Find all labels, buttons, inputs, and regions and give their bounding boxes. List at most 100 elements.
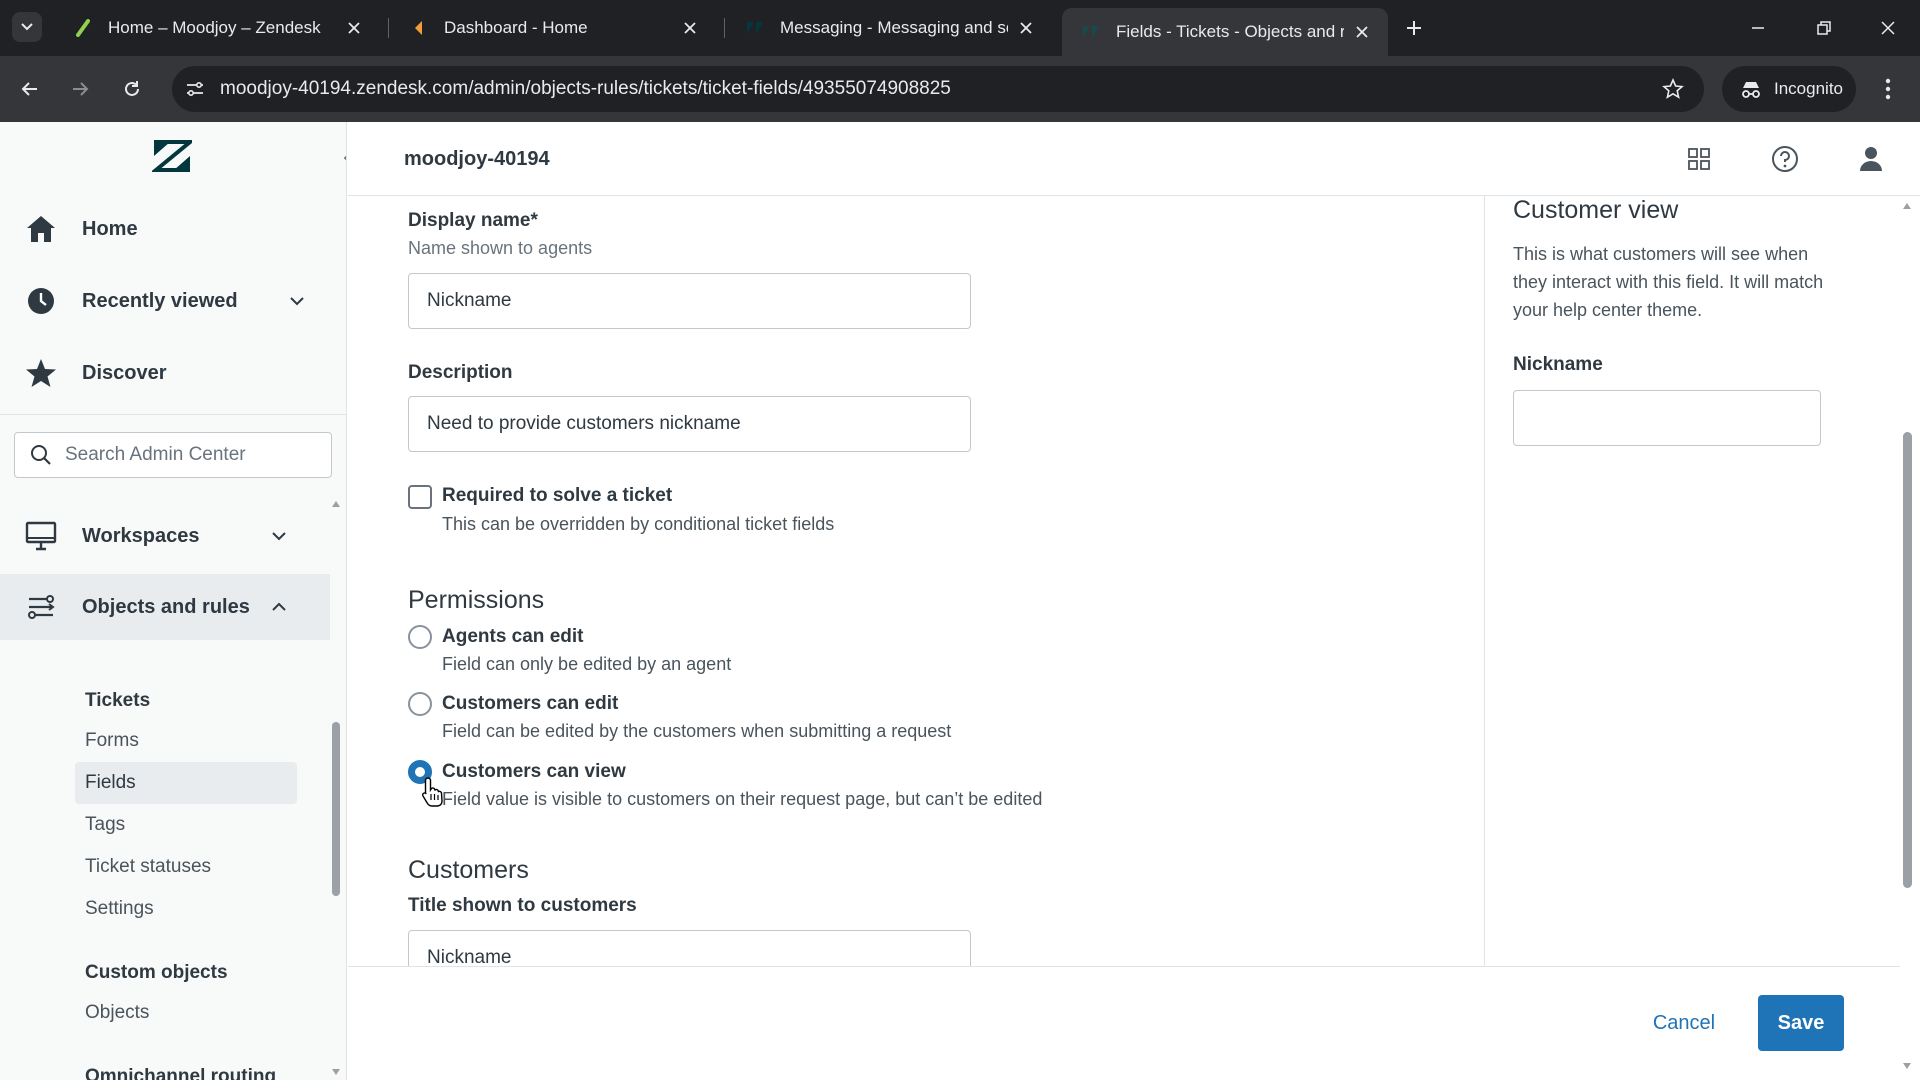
- agents-can-edit-radio[interactable]: [408, 625, 432, 649]
- chevron-down-icon[interactable]: [286, 290, 308, 312]
- customer-view-title: Customer view: [1513, 196, 1679, 224]
- customers-can-view-label[interactable]: Customers can view: [442, 761, 626, 783]
- browser-tab-3[interactable]: Messaging - Messaging and so: [726, 8, 1052, 48]
- scroll-down-arrow-icon[interactable]: [1901, 1060, 1913, 1072]
- incognito-icon: [1740, 78, 1762, 100]
- nav-discover[interactable]: Discover: [0, 340, 330, 406]
- sidebar-item-settings[interactable]: Settings: [75, 888, 297, 930]
- browser-tab-1[interactable]: Home – Moodjoy – Zendesk: [54, 8, 380, 48]
- reload-button[interactable]: [116, 73, 148, 105]
- browser-tab-2[interactable]: Dashboard - Home: [390, 8, 716, 48]
- display-name-label: Display name*: [408, 210, 538, 231]
- admin-search-box[interactable]: [14, 432, 332, 478]
- url-text[interactable]: moodjoy-40194.zendesk.com/admin/objects-…: [220, 78, 1658, 100]
- arrow-left-icon: [21, 82, 37, 96]
- main-scrollbar[interactable]: [1900, 196, 1914, 1076]
- sidebar-divider: [0, 414, 346, 415]
- nav-recently-viewed[interactable]: Recently viewed: [0, 268, 330, 334]
- new-tab-button[interactable]: [1400, 14, 1428, 42]
- tab-search-button[interactable]: [12, 12, 42, 42]
- address-bar[interactable]: moodjoy-40194.zendesk.com/admin/objects-…: [172, 66, 1704, 112]
- search-input[interactable]: [65, 444, 315, 466]
- nav-home[interactable]: Home: [0, 196, 330, 262]
- restore-icon: [1817, 21, 1831, 35]
- custom-objects-heading[interactable]: Custom objects: [85, 962, 228, 984]
- required-checkbox[interactable]: [408, 485, 432, 509]
- chevron-down-icon[interactable]: [268, 525, 290, 547]
- save-button[interactable]: Save: [1758, 995, 1844, 1051]
- customer-view-preview: Customer view This is what customers wil…: [1485, 196, 1905, 966]
- browser-menu-button[interactable]: [1872, 73, 1904, 105]
- close-icon[interactable]: [1016, 18, 1036, 38]
- nav-objects-and-rules[interactable]: Objects and rules: [0, 574, 330, 640]
- customer-view-field-label: Nickname: [1513, 354, 1603, 375]
- search-icon: [29, 443, 53, 467]
- collapse-sidebar-button[interactable]: [338, 146, 346, 170]
- field-editor-form: Display name* Name shown to agents Descr…: [348, 196, 1484, 966]
- tickets-heading[interactable]: Tickets: [85, 690, 150, 712]
- zendesk-logo-icon[interactable]: [150, 140, 196, 172]
- agents-can-edit-label[interactable]: Agents can edit: [442, 626, 583, 648]
- tab-title: Dashboard - Home: [444, 18, 588, 37]
- tab-separator: [724, 18, 725, 38]
- nav-workspaces[interactable]: Workspaces: [0, 503, 330, 569]
- tab-title: Messaging - Messaging and so: [780, 18, 1008, 37]
- customers-can-edit-label[interactable]: Customers can edit: [442, 693, 618, 715]
- description-input[interactable]: [408, 396, 971, 452]
- back-button[interactable]: [14, 73, 46, 105]
- forward-button[interactable]: [64, 73, 96, 105]
- help-icon[interactable]: [1770, 144, 1800, 174]
- sidebar-scrollbar[interactable]: [330, 498, 342, 1078]
- close-icon[interactable]: [1352, 22, 1372, 42]
- scroll-up-arrow-icon[interactable]: [1901, 200, 1913, 212]
- agents-can-edit-hint: Field can only be edited by an agent: [442, 654, 732, 674]
- zendesk-support-icon: [74, 19, 92, 37]
- objects-rules-icon: [24, 590, 58, 624]
- customer-view-field-preview: [1513, 390, 1821, 446]
- scroll-down-arrow-icon[interactable]: [330, 1066, 342, 1078]
- display-name-input[interactable]: [408, 273, 971, 329]
- star-icon: [24, 356, 58, 390]
- chevron-down-icon: [21, 23, 33, 31]
- more-vertical-icon: [1885, 78, 1891, 100]
- incognito-indicator[interactable]: Incognito: [1722, 66, 1856, 112]
- browser-tab-bar: Home – Moodjoy – Zendesk Dashboard - Hom…: [0, 0, 1920, 56]
- restore-button[interactable]: [1804, 12, 1844, 44]
- permissions-title: Permissions: [408, 586, 545, 614]
- sidebar-item-ticket-statuses[interactable]: Ticket statuses: [75, 846, 297, 888]
- site-info-icon[interactable]: [184, 78, 206, 100]
- title-shown-to-customers-input[interactable]: [408, 930, 971, 966]
- minimize-button[interactable]: [1738, 12, 1778, 44]
- cancel-button[interactable]: Cancel: [1624, 995, 1744, 1051]
- omnichannel-routing-heading[interactable]: Omnichannel routing: [85, 1066, 276, 1080]
- browser-tab-4-active[interactable]: Fields - Tickets - Objects and ru: [1062, 8, 1388, 56]
- close-icon[interactable]: [344, 18, 364, 38]
- user-profile-icon[interactable]: [1856, 144, 1886, 174]
- zendesk-icon: [1082, 23, 1100, 41]
- sidebar-scroll-thumb[interactable]: [332, 722, 340, 896]
- bookmark-star-icon[interactable]: [1658, 74, 1688, 104]
- sidebar-item-fields[interactable]: Fields: [75, 762, 297, 804]
- chevron-up-icon[interactable]: [268, 596, 290, 618]
- form-footer: Cancel Save: [348, 966, 1900, 1080]
- zendesk-icon: [746, 19, 764, 37]
- dashboard-icon: [410, 19, 428, 37]
- customers-can-edit-radio[interactable]: [408, 692, 432, 716]
- scroll-up-arrow-icon[interactable]: [330, 498, 342, 510]
- nav-label: Home: [82, 217, 138, 240]
- close-icon[interactable]: [680, 18, 700, 38]
- arrow-right-icon: [73, 82, 89, 96]
- nav-label: Recently viewed: [82, 289, 238, 312]
- customers-can-view-hint: Field value is visible to customers on t…: [442, 789, 1043, 809]
- customers-can-edit-hint: Field can be edited by the customers whe…: [442, 721, 952, 741]
- main-scroll-thumb[interactable]: [1903, 432, 1912, 888]
- tab-title: Home – Moodjoy – Zendesk: [108, 18, 321, 37]
- sidebar-item-forms[interactable]: Forms: [75, 720, 297, 762]
- product-tray-icon[interactable]: [1684, 144, 1714, 174]
- minimize-icon: [1752, 27, 1764, 29]
- required-label[interactable]: Required to solve a ticket: [442, 485, 672, 507]
- close-window-button[interactable]: [1868, 12, 1908, 44]
- display-name-hint: Name shown to agents: [408, 238, 593, 258]
- sidebar-item-objects[interactable]: Objects: [75, 992, 297, 1034]
- sidebar-item-tags[interactable]: Tags: [75, 804, 297, 846]
